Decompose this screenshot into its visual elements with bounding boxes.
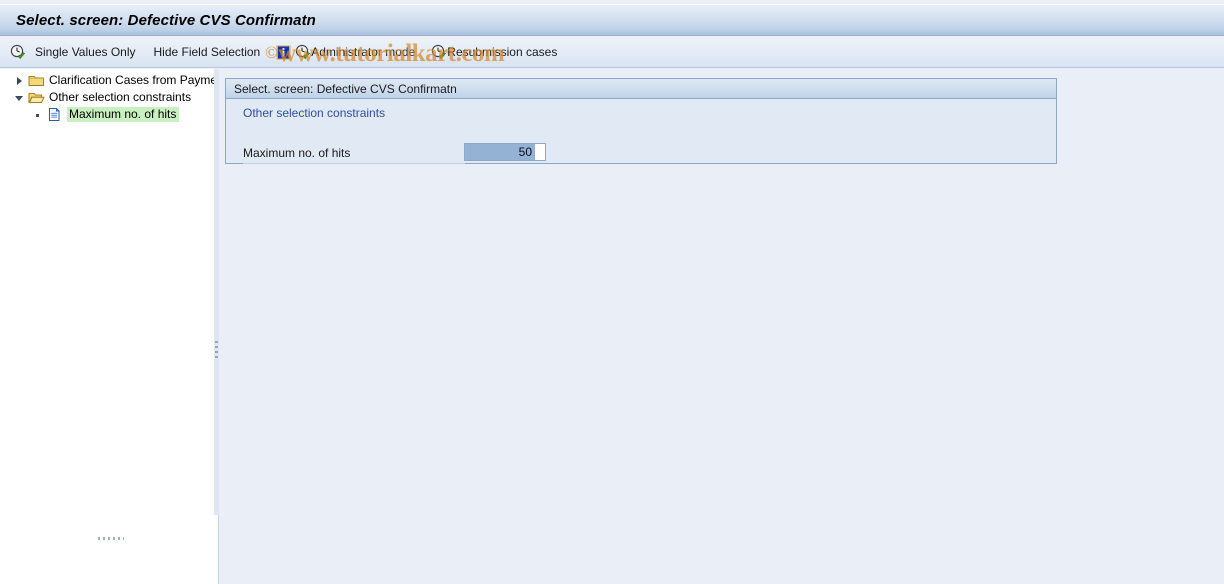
document-icon — [46, 107, 63, 122]
toolbar-button-hide-field-selection[interactable]: Hide Field Selection — [154, 41, 261, 63]
clock-check-icon — [431, 44, 447, 60]
selection-tree[interactable]: Clarification Cases from Paymer Other se… — [0, 72, 218, 517]
clock-check-icon — [10, 44, 26, 60]
tree-node-label: Clarification Cases from Paymer — [49, 73, 218, 87]
clock-check-icon — [295, 44, 311, 60]
group-title: Other selection constraints — [243, 106, 386, 120]
toolbar-label-single-values-only: Single Values Only — [35, 45, 136, 59]
maximum-hits-value: 50 — [465, 144, 535, 160]
tree-node-label: Other selection constraints — [49, 90, 192, 104]
toolbar-button-info[interactable] — [276, 41, 291, 63]
window-titlebar: Select. screen: Defective CVS Confirmatn — [0, 4, 1224, 36]
toolbar-label-resubmission-cases: Resubmission cases — [447, 45, 558, 59]
panel-header-title: Select. screen: Defective CVS Confirmatn — [234, 81, 457, 96]
toolbar-button-resubmission-cases[interactable]: Resubmission cases — [431, 41, 557, 63]
toolbar-label-hide-field-selection: Hide Field Selection — [153, 45, 261, 59]
sap-selection-screen: Select. screen: Defective CVS Confirmatn… — [0, 0, 1224, 584]
tree-node-clarification-cases[interactable]: Clarification Cases from Paymer — [0, 72, 218, 89]
folder-closed-icon — [28, 73, 45, 88]
horizontal-splitter-grip-icon — [98, 537, 124, 540]
panel-body: Other selection constraints Maximum no. … — [226, 99, 1056, 164]
toolbar-button-administrator-mode[interactable]: Administrator mode — [295, 41, 415, 63]
selection-tree-panel: Clarification Cases from Paymer Other se… — [0, 69, 219, 584]
main-toolbar: Single Values Only Hide Field Selection — [0, 37, 1224, 68]
toolbar-label-administrator-mode: Administrator mode — [311, 45, 416, 59]
toolbar-button-single-values-only[interactable]: Single Values Only — [10, 41, 136, 63]
panel-header: Select. screen: Defective CVS Confirmatn — [226, 79, 1056, 99]
tree-node-maximum-no-of-hits[interactable]: Maximum no. of hits — [0, 106, 218, 123]
field-label-maximum-no-of-hits: Maximum no. of hits — [243, 146, 465, 164]
bullet-icon — [32, 109, 44, 121]
tree-node-other-selection-constraints[interactable]: Other selection constraints — [0, 89, 218, 106]
panel-splitter[interactable] — [214, 69, 219, 515]
tree-node-label: Maximum no. of hits — [67, 107, 180, 122]
splitter-grip-icon — [215, 341, 218, 363]
selection-criteria-panel: Select. screen: Defective CVS Confirmatn… — [225, 78, 1057, 164]
chevron-right-icon[interactable] — [14, 75, 26, 87]
maximum-hits-input[interactable]: 50 — [464, 143, 546, 161]
chevron-down-icon[interactable] — [14, 92, 26, 104]
page-title: Select. screen: Defective CVS Confirmatn — [16, 11, 316, 29]
info-icon — [276, 45, 291, 60]
folder-open-icon — [28, 90, 45, 105]
